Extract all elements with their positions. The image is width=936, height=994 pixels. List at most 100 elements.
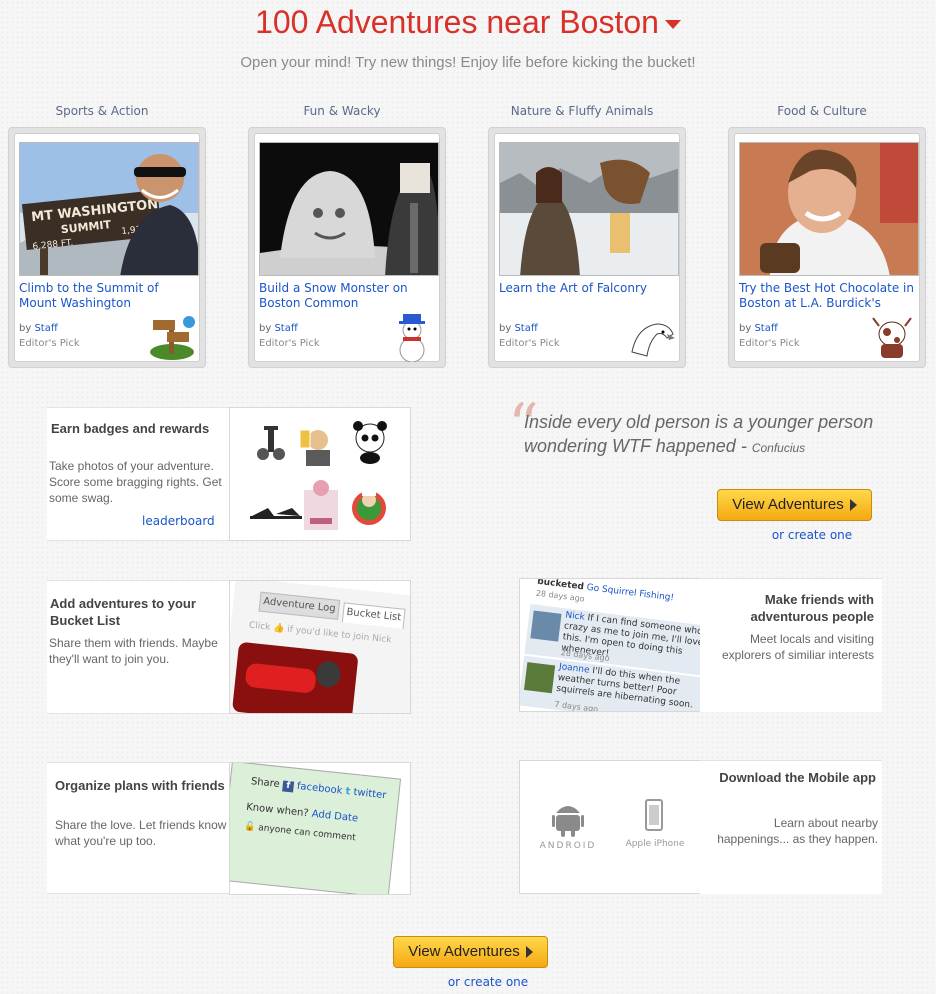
signpost-mascot-icon <box>150 316 195 360</box>
add-date-label: Add Date <box>311 808 359 825</box>
create-one-link[interactable]: or create one <box>717 528 907 542</box>
eagle-mascot-icon <box>631 323 675 357</box>
segway-badge-icon <box>257 426 285 460</box>
mobile-description: Learn about nearby happenings... as they… <box>717 816 878 846</box>
twitter-label: twitter <box>352 786 387 802</box>
snowman-mascot-icon <box>399 314 425 362</box>
sleigh-badge-icon <box>250 508 302 519</box>
quote-author: Confucius <box>751 441 806 455</box>
quote-text: Inside every old person is a younger per… <box>524 412 874 456</box>
view-adventures-button[interactable]: View Adventures <box>393 936 548 968</box>
editors-pick-label: Editor's Pick <box>259 338 320 349</box>
adventure-title-link[interactable]: Try the Best Hot Chocolate in Boston at … <box>739 281 919 311</box>
lock-icon: 🔓 <box>243 821 256 833</box>
bucket-list-tab: Bucket List <box>341 602 406 629</box>
adventure-title-link[interactable]: Learn the Art of Falconry <box>499 281 679 296</box>
comment-time: 7 days ago <box>553 699 599 712</box>
mobile-feature: Download the Mobile app Learn about near… <box>700 760 882 894</box>
chef-badge-icon <box>352 488 386 525</box>
avatar <box>524 662 556 694</box>
adventure-card[interactable]: Learn the Art of Falconry by Staff Edito… <box>488 127 686 368</box>
facebook-label: facebook <box>296 780 343 797</box>
badges-preview <box>229 407 411 541</box>
editors-pick-label: Editor's Pick <box>499 338 560 349</box>
quote: Inside every old person is a younger per… <box>524 410 884 460</box>
badges-heading: Earn badges and rewards <box>51 421 210 436</box>
adventure-card[interactable]: MT WASHINGTON SUMMIT 6,288 FT. 1,917M Cl… <box>8 127 206 368</box>
leaderboard-link[interactable]: leaderboard <box>142 514 215 528</box>
page-title-text: 100 Adventures near Boston <box>255 4 659 40</box>
plans-description: Share the love. Let friends know what yo… <box>55 818 227 848</box>
iphone-label: Apple iPhone <box>625 839 685 849</box>
adventure-title-link[interactable]: Climb to the Summit of Mount Washington <box>19 281 199 311</box>
author-line: by Staff <box>739 323 778 334</box>
author-line: by Staff <box>499 323 538 334</box>
editors-pick-label: Editor's Pick <box>739 338 800 349</box>
badges-feature: Earn badges and rewards Take photos of y… <box>47 407 230 541</box>
feed-adventure-link: Go Squirrel Fishing! <box>586 582 675 604</box>
bucket-list-description: Share them with friends. Maybe they'll w… <box>49 636 218 666</box>
by-label: by <box>259 323 272 334</box>
facebook-icon: f <box>282 780 295 793</box>
adventure-title-link[interactable]: Build a Snow Monster on Boston Common <box>259 281 439 311</box>
wedding-badge-icon <box>304 480 338 530</box>
cow-mascot-icon <box>872 317 912 358</box>
badges-description: Take photos of your adventure. Score som… <box>49 459 222 505</box>
panda-badge-icon <box>353 421 387 464</box>
adventure-photo[interactable] <box>259 142 439 276</box>
play-arrow-icon <box>849 499 857 512</box>
plans-feature: Organize plans with friends Share the lo… <box>47 762 230 894</box>
author-link[interactable]: Staff <box>34 323 57 334</box>
beer-badge-icon <box>299 429 330 466</box>
mobile-heading: Download the Mobile app <box>719 770 876 785</box>
category-label[interactable]: Fun & Wacky <box>249 104 435 118</box>
author-link[interactable]: Staff <box>274 323 297 334</box>
iphone-icon[interactable] <box>645 799 663 831</box>
twitter-icon: t <box>344 786 351 798</box>
by-label: by <box>19 323 32 334</box>
bucket-list-preview: Adventure Log Bucket List Click 👍 if you… <box>229 580 411 714</box>
join-text: if you'd like to join Nick <box>286 624 392 646</box>
friends-heading: Make friends with adventurous people <box>750 592 874 624</box>
bucket-list-feature: Add adventures to your Bucket List Share… <box>47 580 230 714</box>
adventure-card[interactable]: Build a Snow Monster on Boston Common by… <box>248 127 446 368</box>
category-label[interactable]: Sports & Action <box>9 104 195 118</box>
know-when-label: Know when? <box>245 801 310 820</box>
by-label: by <box>739 323 752 334</box>
plans-preview: Share f facebook t twitter Know when? Ad… <box>229 762 411 895</box>
by-label: by <box>499 323 512 334</box>
view-adventures-label: View Adventures <box>732 496 844 513</box>
author-line: by Staff <box>19 323 58 334</box>
adventure-log-tab: Adventure Log <box>258 591 341 620</box>
adventure-card[interactable]: Try the Best Hot Chocolate in Boston at … <box>728 127 926 368</box>
adventure-photo[interactable]: MT WASHINGTON SUMMIT 6,288 FT. 1,917M <box>19 142 199 276</box>
category-label[interactable]: Nature & Fluffy Animals <box>489 104 675 118</box>
quote-dash: - <box>735 436 752 456</box>
create-one-link[interactable]: or create one <box>393 975 583 989</box>
anyone-comment-label: anyone can comment <box>257 823 357 844</box>
adventure-photo[interactable] <box>499 142 679 276</box>
editors-pick-label: Editor's Pick <box>19 338 80 349</box>
adventure-photo[interactable] <box>739 142 919 276</box>
mobile-preview: ANDROID Apple iPhone <box>519 760 701 894</box>
click-label: Click <box>248 620 271 633</box>
author-link[interactable]: Staff <box>514 323 537 334</box>
author-link[interactable]: Staff <box>754 323 777 334</box>
friends-preview: bucketed Go Squirrel Fishing! 28 days ag… <box>519 578 701 712</box>
plans-heading: Organize plans with friends <box>55 778 225 793</box>
category-label[interactable]: Food & Culture <box>729 104 915 118</box>
view-adventures-button[interactable]: View Adventures <box>717 489 872 521</box>
play-arrow-icon <box>525 946 533 959</box>
city-dropdown-caret-icon[interactable] <box>664 20 681 30</box>
friends-description: Meet locals and visiting explorers of si… <box>721 632 874 662</box>
plans-widget: Share f facebook t twitter Know when? Ad… <box>230 763 402 894</box>
view-adventures-label: View Adventures <box>408 943 520 960</box>
android-icon[interactable] <box>552 799 584 837</box>
page-title: 100 Adventures near Boston <box>0 4 936 41</box>
share-label: Share <box>250 776 281 791</box>
ferrari-photo <box>231 641 359 713</box>
author-line: by Staff <box>259 323 298 334</box>
tagline: Open your mind! Try new things! Enjoy li… <box>240 54 696 71</box>
android-label: ANDROID <box>539 841 597 851</box>
friends-feature: Make friends with adventurous people Mee… <box>700 578 882 712</box>
